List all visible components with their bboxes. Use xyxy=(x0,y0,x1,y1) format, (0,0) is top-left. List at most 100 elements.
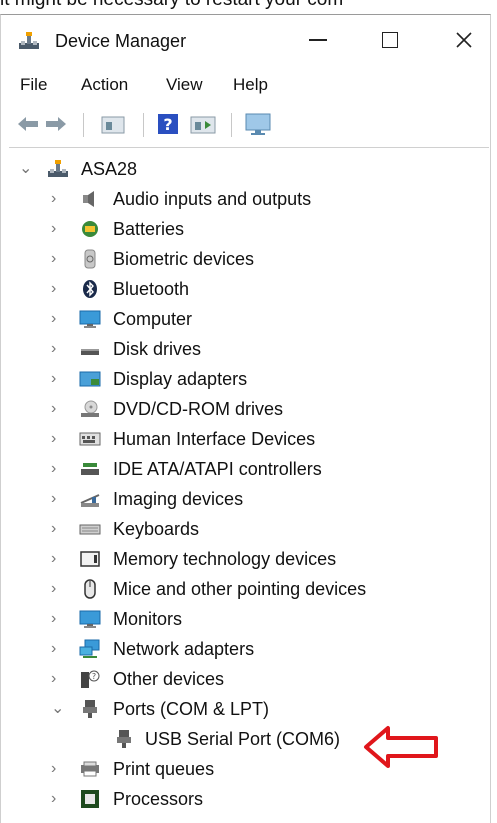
minimize-button[interactable] xyxy=(298,23,338,57)
tree-item-label: Imaging devices xyxy=(113,489,244,509)
unknown-device-icon: ? xyxy=(81,670,100,688)
tree-item-biometric[interactable]: › Biometric devices xyxy=(1,245,490,275)
chevron-right-icon[interactable]: › xyxy=(51,190,65,208)
tree-root-asa28[interactable]: ⌄ ASA28 xyxy=(1,155,490,185)
maximize-button[interactable] xyxy=(370,23,410,57)
menu-file[interactable]: File xyxy=(20,75,47,95)
tree-item-network-adapters[interactable]: › Network adapters xyxy=(1,635,490,665)
chevron-right-icon[interactable]: › xyxy=(51,580,65,598)
tree-item-dvd-cd-rom[interactable]: › DVD/CD-ROM drives xyxy=(1,395,490,425)
tree-item-label: Memory technology devices xyxy=(113,549,337,569)
chevron-right-icon[interactable]: › xyxy=(51,400,65,418)
cropped-top-text: it might be necessary to restart your co… xyxy=(0,0,497,10)
menu-action[interactable]: Action xyxy=(81,75,128,95)
chevron-down-icon[interactable]: ⌄ xyxy=(51,700,65,718)
tree-item-label: Batteries xyxy=(113,219,185,239)
maximize-icon xyxy=(382,32,398,48)
forward-button[interactable] xyxy=(43,111,69,137)
processor-icon xyxy=(81,790,99,808)
tree-item-other-devices[interactable]: › ? Other devices xyxy=(1,665,490,695)
bluetooth-icon xyxy=(83,280,97,298)
dvd-drive-icon xyxy=(81,400,99,417)
menu-view[interactable]: View xyxy=(166,75,203,95)
tree-item-disk-drives[interactable]: › Disk drives xyxy=(1,335,490,365)
toolbar-divider xyxy=(9,147,489,148)
tree-item-label: Processors xyxy=(113,789,204,809)
device-manager-app-icon xyxy=(19,32,39,49)
mouse-icon xyxy=(84,579,96,599)
fingerprint-icon xyxy=(84,249,96,269)
chevron-right-icon[interactable]: › xyxy=(51,490,65,508)
tree-item-label: Human Interface Devices xyxy=(113,429,316,449)
tree-item-label: Network adapters xyxy=(113,639,255,659)
monitor-icon xyxy=(245,113,271,135)
annotation-arrow-icon xyxy=(364,726,438,768)
ide-controller-icon xyxy=(81,463,99,475)
back-button[interactable] xyxy=(15,111,41,137)
tree-item-mice[interactable]: › Mice and other pointing devices xyxy=(1,575,490,605)
tree-item-ports[interactable]: ⌄ Ports (COM & LPT) xyxy=(1,695,490,725)
keyboard-icon xyxy=(79,524,101,535)
chevron-right-icon[interactable]: › xyxy=(51,520,65,538)
chevron-right-icon[interactable]: › xyxy=(51,430,65,448)
tree-item-imaging[interactable]: › Imaging devices xyxy=(1,485,490,515)
properties-icon xyxy=(101,116,125,134)
tree-item-ide-ata[interactable]: › IDE ATA/ATAPI controllers xyxy=(1,455,490,485)
chevron-right-icon[interactable]: › xyxy=(51,460,65,478)
network-adapter-icon xyxy=(79,639,100,658)
tree-item-bluetooth[interactable]: › Bluetooth xyxy=(1,275,490,305)
chevron-right-icon[interactable]: › xyxy=(51,640,65,658)
toolbar: ? xyxy=(1,111,490,148)
properties-button[interactable] xyxy=(95,111,131,137)
run-icon xyxy=(190,116,216,134)
forward-icon xyxy=(46,117,66,131)
speaker-icon xyxy=(83,191,94,207)
tree-item-computer[interactable]: › Computer xyxy=(1,305,490,335)
tree-item-memory-technology[interactable]: › Memory technology devices xyxy=(1,545,490,575)
tree-item-label: Bluetooth xyxy=(113,279,190,299)
tree-item-processors[interactable]: › Processors xyxy=(1,785,490,815)
display-adapter-icon xyxy=(79,371,101,387)
tree-item-label: Keyboards xyxy=(113,519,200,539)
chevron-right-icon[interactable]: › xyxy=(51,790,65,808)
close-button[interactable] xyxy=(444,23,484,57)
chevron-right-icon[interactable]: › xyxy=(51,370,65,388)
tree-item-audio[interactable]: › Audio inputs and outputs xyxy=(1,185,490,215)
chevron-right-icon[interactable]: › xyxy=(51,340,65,358)
chevron-right-icon[interactable]: › xyxy=(51,310,65,328)
tree-item-label: Other devices xyxy=(113,669,225,689)
chevron-right-icon[interactable]: › xyxy=(51,760,65,778)
tree-item-display-adapters[interactable]: › Display adapters xyxy=(1,365,490,395)
chevron-right-icon[interactable]: › xyxy=(51,550,65,568)
tree-item-batteries[interactable]: › Batteries xyxy=(1,215,490,245)
chevron-right-icon[interactable]: › xyxy=(51,250,65,268)
tree-item-label: Computer xyxy=(113,309,193,329)
tree-item-monitors[interactable]: › Monitors xyxy=(1,605,490,635)
tree-item-label: Mice and other pointing devices xyxy=(113,579,367,599)
tree-item-keyboards[interactable]: › Keyboards xyxy=(1,515,490,545)
tree-item-hid[interactable]: › Human Interface Devices xyxy=(1,425,490,455)
printer-icon xyxy=(81,761,99,777)
tree-item-label: Biometric devices xyxy=(113,249,255,269)
chevron-right-icon[interactable]: › xyxy=(51,220,65,238)
help-icon: ? xyxy=(158,114,178,134)
menu-help[interactable]: Help xyxy=(233,75,268,95)
chevron-right-icon[interactable]: › xyxy=(51,280,65,298)
scan-hardware-button[interactable] xyxy=(241,111,275,137)
help-button[interactable]: ? xyxy=(153,111,183,137)
disk-drive-icon xyxy=(81,349,99,355)
svg-text:?: ? xyxy=(92,672,96,681)
battery-icon xyxy=(82,221,98,237)
memory-card-icon xyxy=(80,551,100,567)
tree-item-label: IDE ATA/ATAPI controllers xyxy=(113,459,322,479)
chevron-right-icon[interactable]: › xyxy=(51,670,65,688)
chevron-right-icon[interactable]: › xyxy=(51,610,65,628)
chevron-down-icon[interactable]: ⌄ xyxy=(19,160,33,178)
tree-item-label: Disk drives xyxy=(113,339,202,359)
run-button[interactable] xyxy=(187,111,219,137)
tree-root-label: ASA28 xyxy=(81,159,138,179)
tree-item-label: Ports (COM & LPT) xyxy=(113,699,270,719)
svg-text:?: ? xyxy=(163,115,172,134)
tree-item-label: Display adapters xyxy=(113,369,248,389)
tree-item-label: Monitors xyxy=(113,609,183,629)
